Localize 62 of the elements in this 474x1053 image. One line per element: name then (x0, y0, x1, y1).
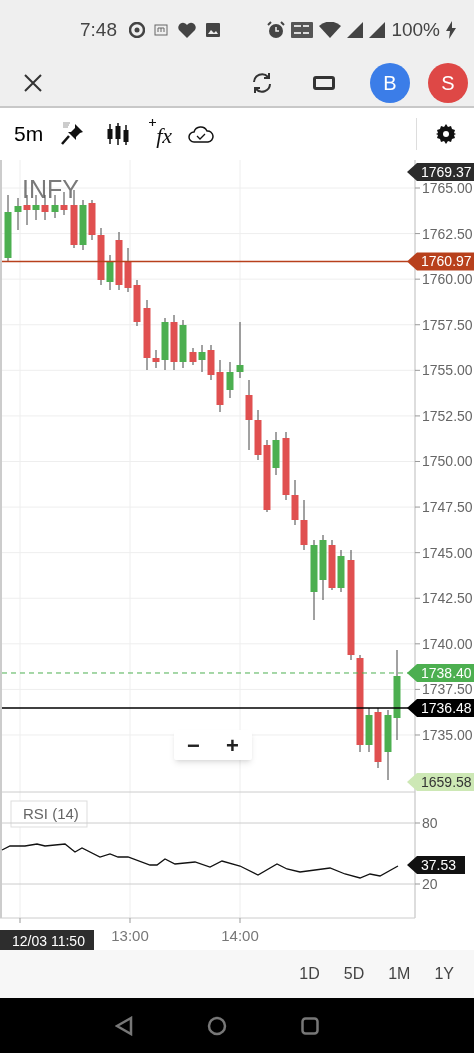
range-button[interactable]: 1M (388, 962, 411, 986)
range-button[interactable]: 5D (343, 962, 365, 986)
candlestick (226, 361, 234, 399)
plus-icon (149, 119, 157, 126)
image-icon (206, 23, 220, 37)
back-icon[interactable] (115, 1015, 133, 1036)
price-axis-label: 1757.50 (422, 316, 473, 333)
heart-icon (177, 21, 197, 39)
rsi-axis-label: 20 (422, 876, 438, 892)
indicator-label: RSI (14) (10, 800, 88, 828)
close-button[interactable] (22, 72, 44, 94)
indicators-button[interactable]: fx (149, 119, 173, 149)
price-axis-label: 1737.50 (422, 681, 473, 698)
price-axis-label: 1742.50 (422, 590, 473, 607)
alarm-icon (267, 21, 286, 39)
price-axis-label: 1762.50 (422, 225, 473, 242)
volte-icon (291, 22, 314, 38)
price-axis-label: 1752.50 (422, 407, 473, 424)
app-notification-icon (129, 22, 145, 38)
settings-button[interactable] (434, 123, 457, 145)
zoom-button[interactable]: − (174, 730, 213, 760)
avatar-button[interactable]: S (428, 63, 468, 103)
price-axis-label: 1735.00 (422, 727, 473, 743)
price-tag: 1769.37 (407, 163, 474, 181)
time-axis-label: 14:00 (221, 927, 259, 944)
price-axis-label: 1760.00 (422, 271, 473, 288)
price-axis-label: 1747.50 (422, 499, 473, 516)
avatar-button[interactable]: B (370, 63, 410, 103)
zoom-button[interactable]: + (213, 730, 252, 760)
candlestick (4, 194, 12, 263)
battery-level: 100% (391, 17, 440, 42)
price-tag: 1736.48 (407, 699, 474, 717)
range-button[interactable]: 1D (299, 962, 320, 986)
price-tag: 1659.58 (407, 773, 474, 791)
settings-icon (435, 124, 456, 144)
price-axis-label: 1750.00 (422, 453, 473, 470)
price-axis-label: 1765.00 (422, 180, 473, 196)
price-axis-label: 1745.00 (422, 544, 473, 561)
close-icon (24, 74, 42, 92)
status-time: 7:48 (80, 17, 117, 42)
cloud-check-icon (188, 125, 215, 143)
rsi-axis-label: 80 (422, 815, 438, 831)
refresh-icon (250, 71, 274, 95)
time-axis-label: 13:00 (111, 927, 149, 944)
charging-icon (446, 21, 456, 39)
symbol-label: INFY (22, 175, 79, 203)
price-tag: 1760.97 (407, 252, 474, 271)
wifi-icon (319, 22, 342, 38)
recents-icon[interactable] (301, 1016, 319, 1035)
signal-icon (347, 22, 364, 38)
rectangle-icon (313, 76, 335, 90)
app-notification-icon (154, 24, 168, 36)
signal-icon (369, 22, 386, 38)
price-tag: 1738.40 (407, 664, 474, 682)
home-icon[interactable] (207, 1015, 227, 1036)
range-button[interactable]: 1Y (434, 962, 454, 986)
interval-button[interactable]: 5m (14, 118, 44, 150)
price-axis-label: 1740.00 (422, 635, 473, 652)
crosshair-time-label: 12/03 11:50 (0, 930, 94, 950)
price-axis-label: 1755.00 (422, 362, 473, 379)
candlestick-icon (106, 122, 131, 146)
rsi-value-tag: 37.53 (407, 856, 465, 874)
